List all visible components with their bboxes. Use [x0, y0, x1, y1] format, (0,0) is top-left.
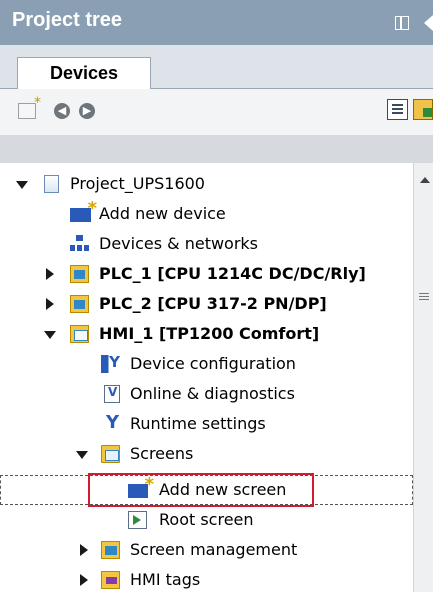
tab-devices[interactable]: Devices — [17, 57, 151, 90]
tree-item-label: Devices & networks — [99, 234, 259, 253]
project-tree: Project_UPS1600 Add new device Devices &… — [0, 163, 413, 592]
project-icon — [44, 175, 59, 193]
new-folder-icon[interactable] — [18, 95, 41, 119]
hmi-icon — [70, 325, 89, 343]
tree-item-online-diagnostics[interactable]: Online & diagnostics — [0, 379, 413, 409]
screen-management-icon — [101, 541, 120, 559]
tree-item-label: Screen management — [130, 540, 298, 559]
network-icon — [70, 235, 89, 253]
runtime-settings-icon — [104, 412, 123, 433]
collapsed-arrow-icon[interactable] — [80, 544, 88, 556]
tab-devices-label: Devices — [49, 63, 119, 83]
collapsed-arrow-icon[interactable] — [46, 298, 54, 310]
screen-icon — [128, 511, 147, 529]
expanded-arrow-icon[interactable] — [76, 451, 88, 459]
details-view-icon[interactable] — [413, 99, 433, 120]
tree-item-label: Online & diagnostics — [130, 384, 295, 403]
expanded-arrow-icon[interactable] — [16, 181, 28, 189]
hmi-tags-icon — [101, 571, 120, 589]
tree-item-label: PLC_1 [CPU 1214C DC/DC/Rly] — [99, 264, 366, 283]
tree-item-label: HMI_1 [TP1200 Comfort] — [99, 324, 320, 343]
tree-item-label: Add new device — [99, 204, 226, 223]
highlight-box — [88, 473, 314, 507]
online-diagnostics-icon — [104, 385, 120, 403]
tree-item-hmi-tags[interactable]: HMI tags — [0, 565, 413, 592]
tree-item-hmi1[interactable]: HMI_1 [TP1200 Comfort] — [0, 319, 413, 349]
tree-item-label: PLC_2 [CPU 317-2 PN/DP] — [99, 294, 327, 313]
tree-item-devices-networks[interactable]: Devices & networks — [0, 229, 413, 259]
collapse-panel-icon[interactable] — [424, 15, 433, 31]
tree-item-label: Runtime settings — [130, 414, 266, 433]
expanded-arrow-icon[interactable] — [44, 331, 56, 339]
tree-item-device-configuration[interactable]: Device configuration — [0, 349, 413, 379]
tree-item-runtime-settings[interactable]: Runtime settings — [0, 409, 413, 439]
tree-item-label: Device configuration — [130, 354, 296, 373]
scroll-up-icon[interactable] — [420, 177, 430, 183]
back-icon[interactable]: ◀ — [54, 103, 70, 119]
plc-icon — [70, 265, 89, 283]
tree-item-root-screen[interactable]: Root screen — [0, 505, 413, 535]
vertical-scrollbar[interactable] — [413, 163, 433, 592]
tree-header-bar — [0, 135, 433, 163]
tree-item-label: HMI tags — [130, 570, 201, 589]
folder-icon — [101, 445, 120, 463]
tree-item-add-new-device[interactable]: Add new device — [0, 198, 413, 229]
tab-strip: Devices — [0, 45, 433, 90]
tree-item-plc1[interactable]: PLC_1 [CPU 1214C DC/DC/Rly] — [0, 259, 413, 289]
collapsed-arrow-icon[interactable] — [46, 268, 54, 280]
tree-item-screen-management[interactable]: Screen management — [0, 535, 413, 565]
collapsed-arrow-icon[interactable] — [80, 574, 88, 586]
tree-item-project[interactable]: Project_UPS1600 — [0, 169, 413, 199]
overview-icon[interactable] — [387, 99, 408, 120]
scroll-grip-icon[interactable] — [419, 293, 429, 301]
panel-title: Project tree — [12, 9, 123, 31]
toolbar: ◀ ▶ — [0, 89, 433, 135]
tree-item-label: Project_UPS1600 — [70, 174, 205, 193]
plc-icon — [70, 295, 89, 313]
add-device-icon — [70, 198, 97, 222]
device-config-icon — [101, 353, 120, 373]
pin-icon[interactable] — [395, 16, 409, 30]
tree-item-screens[interactable]: Screens — [0, 439, 413, 469]
tree-item-plc2[interactable]: PLC_2 [CPU 317-2 PN/DP] — [0, 289, 413, 319]
tree-item-label: Screens — [130, 444, 194, 463]
project-tree-titlebar: Project tree — [0, 0, 433, 45]
forward-icon[interactable]: ▶ — [79, 103, 95, 119]
tree-item-label: Root screen — [159, 510, 254, 529]
